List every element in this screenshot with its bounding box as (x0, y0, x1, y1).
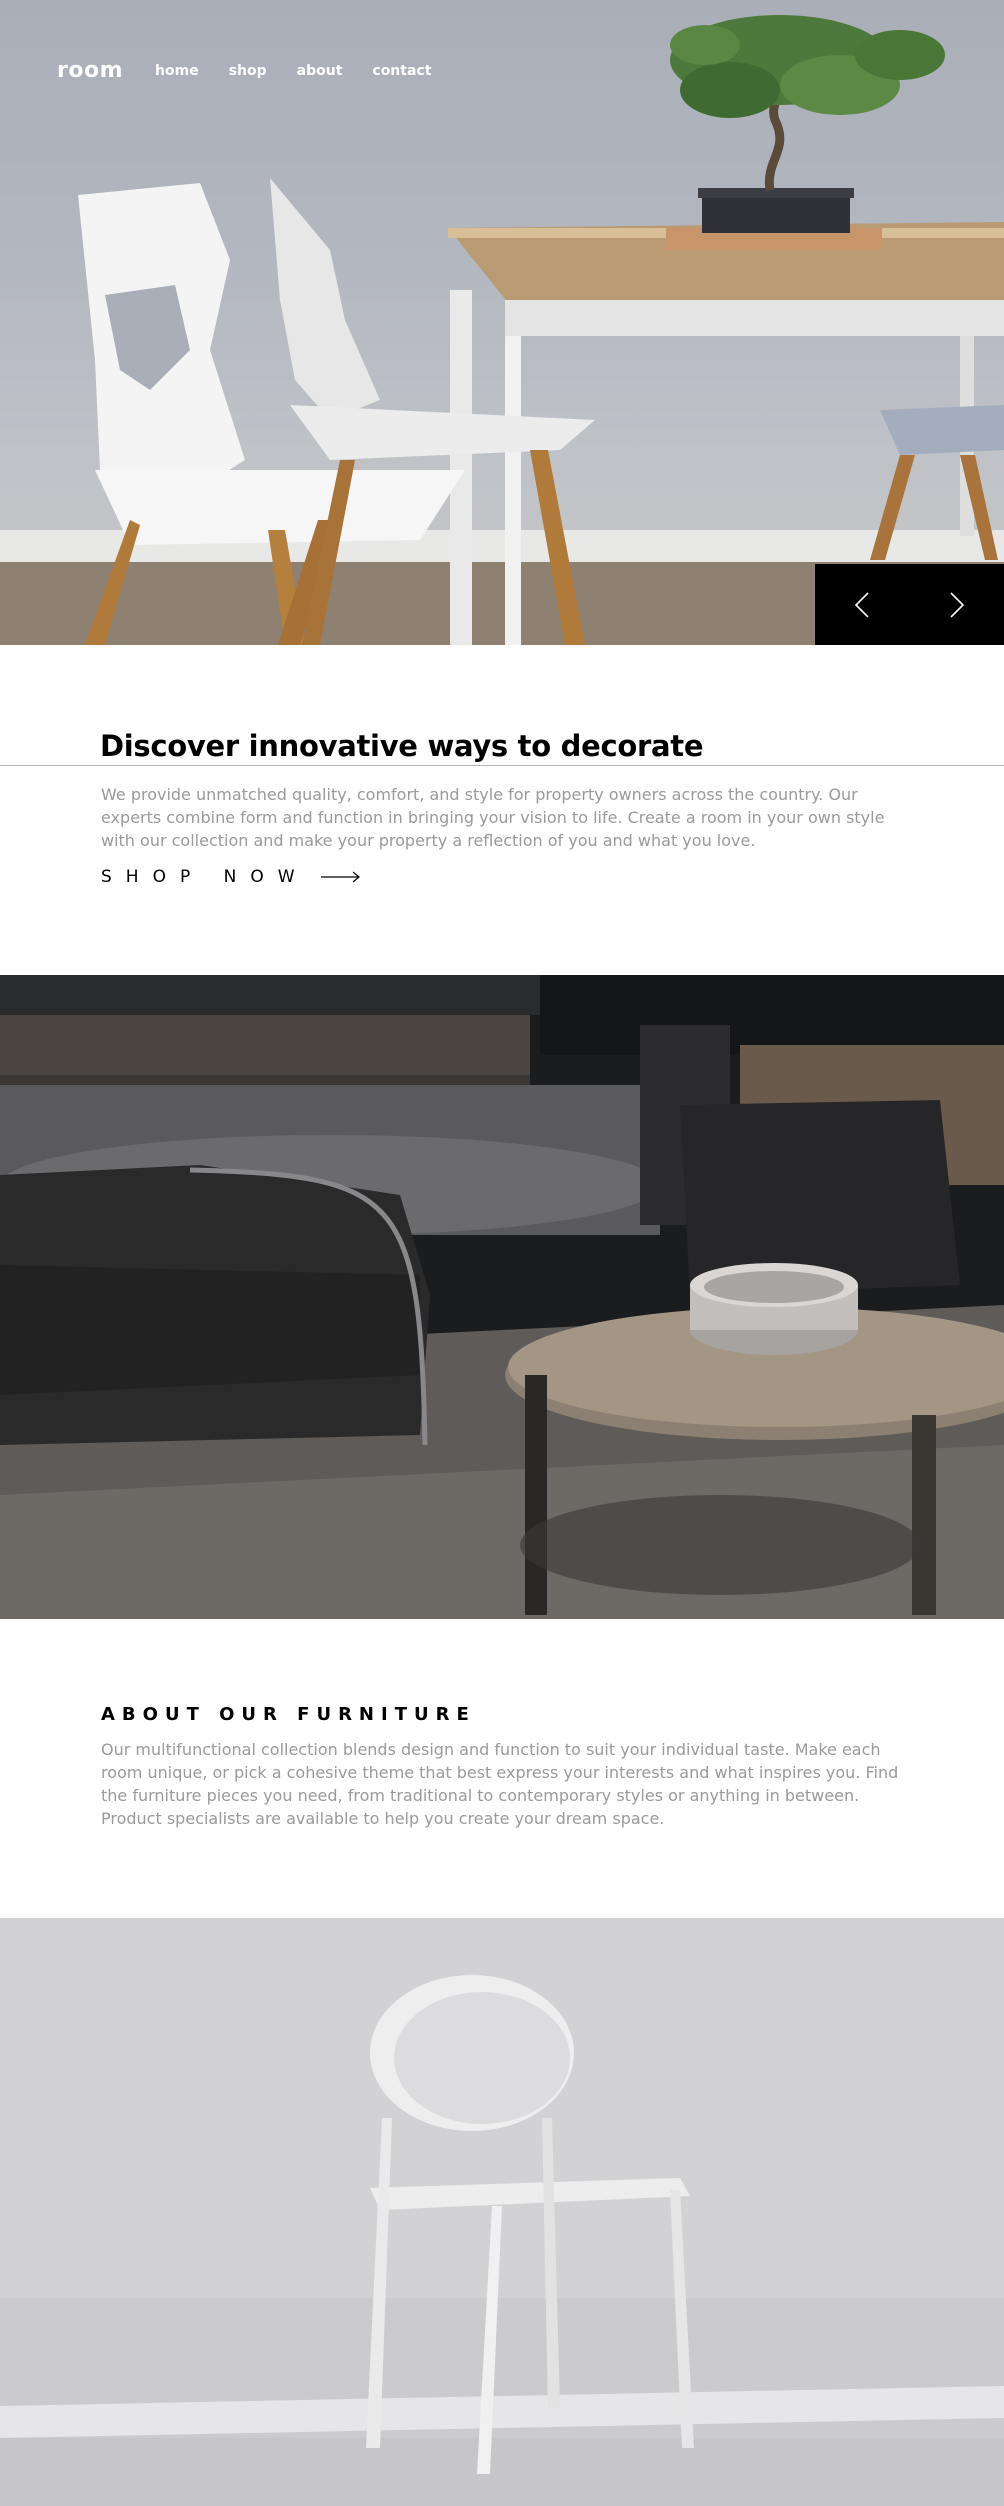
slider-controls (815, 564, 1004, 645)
intro-text: We provide unmatched quality, comfort, a… (101, 785, 885, 850)
slider-next-button[interactable] (910, 564, 1004, 645)
dark-furniture-image (0, 975, 1004, 1619)
nav-link-home[interactable]: home (155, 63, 199, 79)
hero-image (0, 15, 1004, 645)
section-divider (0, 765, 1004, 766)
hero-section: room home shop about contact (0, 0, 1004, 645)
nav-link-shop[interactable]: shop (229, 63, 267, 79)
nav-link-about[interactable]: about (297, 63, 343, 79)
shop-now-label: SHOP NOW (101, 867, 309, 887)
shop-now-button[interactable]: SHOP NOW (101, 867, 361, 887)
white-chair-image (0, 1918, 1004, 2506)
light-furniture-image (0, 1918, 1004, 2506)
intro-section: Discover innovative ways to decorate We … (0, 645, 1004, 975)
slider-prev-button[interactable] (815, 564, 910, 645)
chevron-left-icon (855, 591, 869, 618)
main-nav: room home shop about contact (57, 58, 461, 83)
chevron-right-icon (950, 591, 964, 618)
about-section: ABOUT OUR FURNITURE Our multifunctional … (0, 1619, 1004, 1918)
about-text: Our multifunctional collection blends de… (101, 1740, 899, 1828)
dark-room-image (0, 975, 1004, 1619)
arrow-right-icon (320, 871, 360, 883)
nav-link-contact[interactable]: contact (372, 63, 431, 79)
site-logo[interactable]: room (57, 58, 123, 83)
about-title: ABOUT OUR FURNITURE (101, 1704, 476, 1725)
intro-title: Discover innovative ways to decorate (100, 729, 704, 763)
